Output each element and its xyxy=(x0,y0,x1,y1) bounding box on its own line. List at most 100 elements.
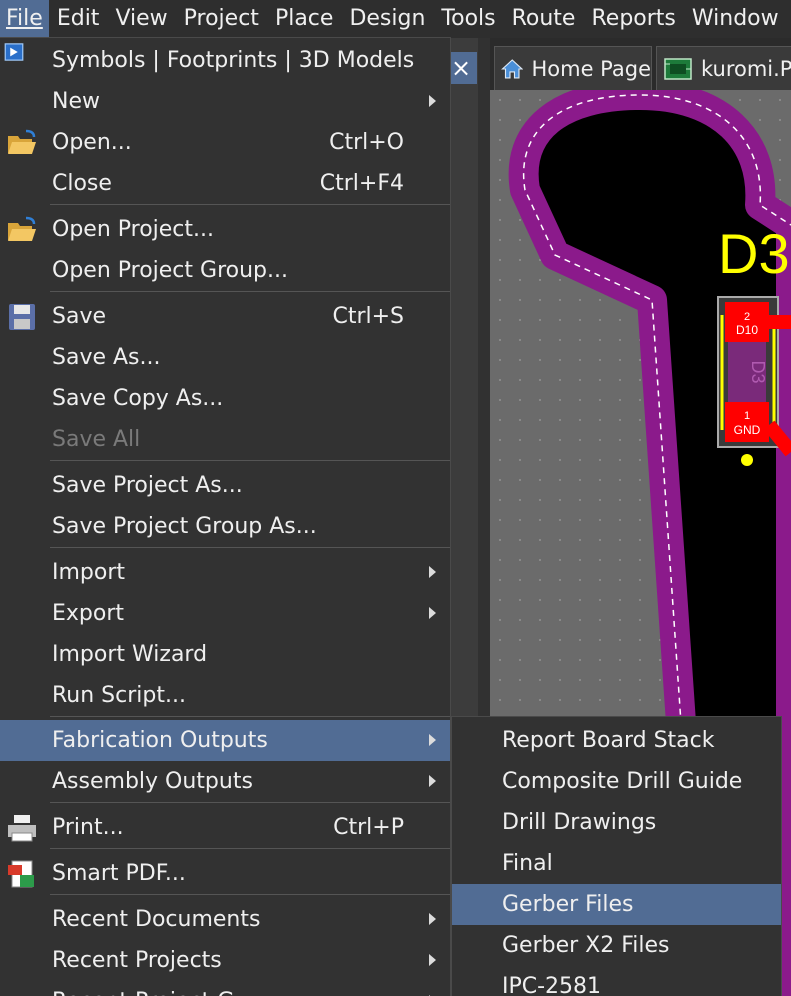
submenu-item-gerber-files[interactable]: Gerber Files xyxy=(452,884,781,925)
menu-item-export[interactable]: Export xyxy=(0,593,450,634)
folder-open-icon xyxy=(8,129,36,154)
menu-item-save-project-as[interactable]: Save Project As... xyxy=(0,465,450,506)
menu-window[interactable]: Window xyxy=(684,0,787,38)
submenu-item-gerber-x2-files[interactable]: Gerber X2 Files xyxy=(452,925,781,966)
menu-item-recent-project-groups[interactable]: Recent Project G... xyxy=(0,981,450,996)
menu-tools-label: Tools xyxy=(441,6,496,31)
menu-edit-label: Edit xyxy=(56,6,100,31)
menu-item-recent-documents[interactable]: Recent Documents xyxy=(0,899,450,940)
pad-2-net: D10 xyxy=(736,323,758,337)
menu-bar: File Edit View Project Place Design Tool… xyxy=(0,0,791,38)
menu-item-shortcut: Ctrl+S xyxy=(332,304,404,329)
submenu-arrow-icon xyxy=(429,607,436,619)
menu-item-open-project[interactable]: Open Project... xyxy=(0,209,450,250)
menu-item-shortcut: Ctrl+O xyxy=(329,130,404,155)
tab-pcb-document[interactable]: kuromi.P xyxy=(656,46,791,90)
menu-item-label: Save Project As... xyxy=(52,473,243,498)
menu-item-label: Close xyxy=(52,171,112,196)
menu-item-save[interactable]: Save Ctrl+S xyxy=(0,296,450,337)
submenu-item-label: Final xyxy=(502,851,553,876)
submenu-item-label: Report Board Stack xyxy=(502,728,715,753)
submenu-item-drill-drawings[interactable]: Drill Drawings xyxy=(452,802,781,843)
menu-item-label: Open Project Group... xyxy=(52,258,288,283)
menu-route[interactable]: Route xyxy=(504,0,584,38)
file-menu: Symbols | Footprints | 3D Models New Ope… xyxy=(0,38,450,996)
menu-item-save-project-group-as[interactable]: Save Project Group As... xyxy=(0,506,450,547)
menu-item-label: Export xyxy=(52,601,125,626)
menu-item-label: Run Script... xyxy=(52,683,186,708)
menu-item-shortcut: Ctrl+F4 xyxy=(319,171,404,196)
menu-separator xyxy=(50,547,450,548)
pad-2-number: 2 xyxy=(744,311,750,323)
menu-item-label: Print... xyxy=(52,815,124,840)
menu-item-smart-pdf[interactable]: Smart PDF... xyxy=(0,853,450,894)
pad-1-number: 1 xyxy=(744,410,750,422)
menu-item-label: Assembly Outputs xyxy=(52,769,253,794)
menu-item-fabrication-outputs[interactable]: Fabrication Outputs xyxy=(0,720,450,761)
menu-window-label: Window xyxy=(691,6,779,31)
menu-item-label: Save Copy As... xyxy=(52,386,224,411)
menu-item-label: Import xyxy=(52,560,126,585)
menu-item-label: Fabrication Outputs xyxy=(52,728,268,753)
tab-home-label: Home Page xyxy=(531,56,651,81)
menu-item-import[interactable]: Import xyxy=(0,552,450,593)
menu-item-label: Open... xyxy=(52,130,132,155)
submenu-arrow-icon xyxy=(429,954,436,966)
menu-separator xyxy=(50,460,450,461)
menu-item-label: Save All xyxy=(52,427,141,452)
submenu-item-composite-drill-guide[interactable]: Composite Drill Guide xyxy=(452,761,781,802)
smart-pdf-icon xyxy=(8,860,34,888)
menu-item-save-all: Save All xyxy=(0,419,450,460)
menu-item-save-as[interactable]: Save As... xyxy=(0,337,450,378)
menu-design-label: Design xyxy=(349,6,426,31)
menu-design[interactable]: Design xyxy=(341,0,433,38)
menu-item-import-wizard[interactable]: Import Wizard xyxy=(0,634,450,675)
submenu-item-ipc-2581[interactable]: IPC-2581 xyxy=(452,966,781,996)
menu-item-assembly-outputs[interactable]: Assembly Outputs xyxy=(0,761,450,802)
menu-place[interactable]: Place xyxy=(267,0,342,38)
fabrication-outputs-submenu: Report Board Stack Composite Drill Guide… xyxy=(451,717,781,996)
component-silk-label: D3 xyxy=(748,360,768,383)
submenu-arrow-icon xyxy=(429,775,436,787)
menu-file[interactable]: File xyxy=(0,0,49,38)
home-icon xyxy=(501,58,524,79)
submenu-item-final[interactable]: Final xyxy=(452,843,781,884)
menu-item-label: Open Project... xyxy=(52,217,215,242)
submenu-item-report-board-stack[interactable]: Report Board Stack xyxy=(452,720,781,761)
menu-tools[interactable]: Tools xyxy=(433,0,503,38)
menu-item-label: Symbols | Footprints | 3D Models xyxy=(52,48,415,73)
menu-project[interactable]: Project xyxy=(176,0,267,38)
menu-item-label: Import Wizard xyxy=(52,642,208,667)
menu-item-open-project-group[interactable]: Open Project Group... xyxy=(0,250,450,291)
folder-open-icon xyxy=(8,216,36,241)
close-icon: × xyxy=(450,54,472,82)
menu-item-close[interactable]: Close Ctrl+F4 xyxy=(0,163,450,204)
menu-item-new[interactable]: New xyxy=(0,81,450,122)
menu-separator xyxy=(50,204,450,205)
menu-view-label: View xyxy=(115,6,168,31)
menu-item-label: Save xyxy=(52,304,107,329)
menu-item-recent-projects[interactable]: Recent Projects xyxy=(0,940,450,981)
menu-item-label: Save Project Group As... xyxy=(52,514,317,539)
menu-separator xyxy=(50,894,450,895)
tab-home-page[interactable]: Home Page xyxy=(494,46,652,90)
menu-edit[interactable]: Edit xyxy=(49,0,108,38)
menu-item-label: Recent Project G... xyxy=(52,981,255,996)
menu-item-run-script[interactable]: Run Script... xyxy=(0,675,450,716)
submenu-arrow-icon xyxy=(429,95,436,107)
menu-item-label: New xyxy=(52,89,100,114)
menu-separator xyxy=(50,802,450,803)
menu-item-print[interactable]: Print... Ctrl+P xyxy=(0,807,450,848)
menu-separator xyxy=(50,716,450,717)
submenu-arrow-icon xyxy=(429,913,436,925)
menu-help[interactable]: H xyxy=(787,0,791,38)
menu-reports[interactable]: Reports xyxy=(583,0,683,38)
menu-project-label: Project xyxy=(183,6,259,31)
menu-item-label: Smart PDF... xyxy=(52,861,186,886)
menu-item-symbols-footprints[interactable]: Symbols | Footprints | 3D Models xyxy=(0,40,450,81)
menu-view[interactable]: View xyxy=(107,0,175,38)
menu-item-open[interactable]: Open... Ctrl+O xyxy=(0,122,450,163)
menu-item-save-copy-as[interactable]: Save Copy As... xyxy=(0,378,450,419)
submenu-item-label: Gerber Files xyxy=(502,892,634,917)
component-designator: D3 xyxy=(718,222,790,285)
